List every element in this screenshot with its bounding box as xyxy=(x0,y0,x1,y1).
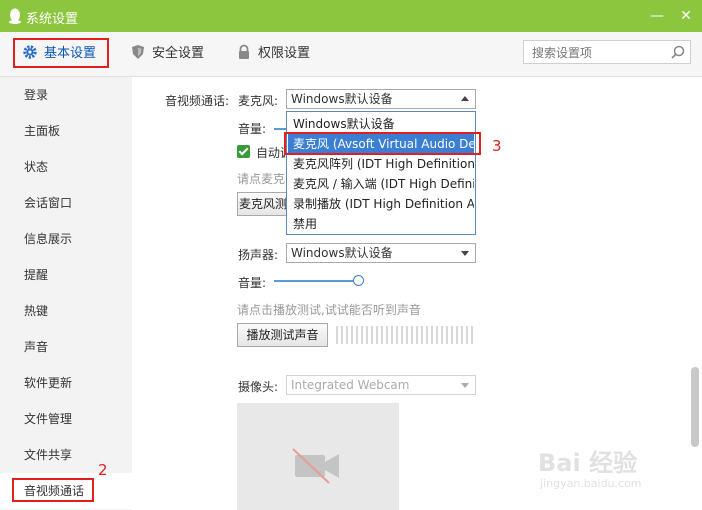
chevron-down-icon[interactable] xyxy=(461,383,469,388)
sidebar-item-file-sharing[interactable]: 文件共享 xyxy=(0,437,132,473)
speaker-volume-label: 音量: xyxy=(238,276,267,290)
lock-icon xyxy=(239,44,249,59)
sidebar-item-info-display[interactable]: 信息展示 xyxy=(0,221,132,257)
mic-dropdown-list: Windows默认设备 麦克风 (Avsoft Virtual Audio De… xyxy=(286,111,476,235)
speaker-volume-fill xyxy=(274,280,359,282)
tab-basic-settings[interactable]: 基本设置 xyxy=(16,42,110,66)
title-bar: 系统设置 — ✕ xyxy=(0,0,702,32)
speaker-level-meter xyxy=(336,326,476,344)
search-icon[interactable] xyxy=(670,44,686,60)
mic-option-disabled[interactable]: 禁用 xyxy=(288,214,474,234)
mic-test-hint: 请点麦克 xyxy=(237,172,286,186)
search-box[interactable] xyxy=(523,40,691,64)
baidu-jingyan-watermark: Bai 经验 jingyan.baidu.com xyxy=(538,443,698,495)
tab-security-settings[interactable]: 安全设置 xyxy=(130,42,204,66)
chevron-down-icon[interactable] xyxy=(461,96,469,101)
mic-selected-value: Windows默认设备 xyxy=(291,92,393,106)
sidebar-item-software-update[interactable]: 软件更新 xyxy=(0,365,132,401)
annotation-number-3: 3 xyxy=(492,137,502,155)
sidebar-item-login[interactable]: 登录 xyxy=(0,77,132,113)
sidebar-item-status[interactable]: 状态 xyxy=(0,149,132,185)
speaker-select[interactable]: Windows默认设备 xyxy=(286,243,476,263)
watermark-url: jingyan.baidu.com xyxy=(540,477,642,490)
minimize-button[interactable]: — xyxy=(647,6,667,26)
camera-label: 摄像头: xyxy=(238,380,279,394)
camera-off-icon xyxy=(292,448,339,484)
settings-toolbar: 基本设置 安全设置 权限设置 xyxy=(0,32,702,77)
camera-selected-value: Integrated Webcam xyxy=(291,378,410,392)
mic-option-input[interactable]: 麦克风 / 输入端 (IDT High Definition xyxy=(288,174,474,194)
shield-icon xyxy=(132,45,144,59)
settings-sidebar: 登录 主面板 状态 会话窗口 信息展示 提醒 热键 声音 软件更新 文件管理 文… xyxy=(0,77,132,510)
annotation-frame-mic-option xyxy=(284,132,481,155)
sidebar-item-chat-window[interactable]: 会话窗口 xyxy=(0,185,132,221)
speaker-test-hint: 请点击播放测试,试试能否听到声音 xyxy=(237,303,421,317)
mic-label: 麦克风: xyxy=(238,94,279,108)
tab-permission-settings[interactable]: 权限设置 xyxy=(236,42,310,66)
sidebar-item-sound[interactable]: 声音 xyxy=(0,329,132,365)
speaker-label: 扬声器: xyxy=(238,248,279,262)
close-button[interactable]: ✕ xyxy=(676,6,696,26)
speaker-volume-slider[interactable] xyxy=(274,275,372,291)
camera-preview xyxy=(237,403,399,510)
search-input[interactable] xyxy=(530,42,674,64)
chevron-down-icon[interactable] xyxy=(461,251,469,256)
mic-volume-label: 音量: xyxy=(238,122,267,136)
tab-security-label: 安全设置 xyxy=(152,46,205,61)
annotation-frame-av-call xyxy=(12,478,94,502)
auto-adjust-checkbox[interactable] xyxy=(237,145,250,158)
scrollbar-thumb[interactable] xyxy=(691,367,699,447)
mic-option-default[interactable]: Windows默认设备 xyxy=(288,114,474,134)
speaker-volume-knob[interactable] xyxy=(353,275,365,286)
qq-penguin-icon xyxy=(9,8,21,24)
sidebar-item-reminders[interactable]: 提醒 xyxy=(0,257,132,293)
speaker-selected-value: Windows默认设备 xyxy=(291,246,393,260)
mic-volume-slider[interactable] xyxy=(274,128,286,130)
tab-permission-label: 权限设置 xyxy=(258,46,311,61)
mic-option-playback[interactable]: 录制播放 (IDT High Definition Audio xyxy=(288,194,474,214)
window-title: 系统设置 xyxy=(26,12,79,27)
annotation-number-2: 2 xyxy=(98,461,108,479)
speaker-test-button[interactable]: 播放测试声音 xyxy=(237,323,328,347)
mic-option-array[interactable]: 麦克风阵列 (IDT High Definition Audi xyxy=(288,154,474,174)
sidebar-item-hotkeys[interactable]: 热键 xyxy=(0,293,132,329)
tab-basic-label: 基本设置 xyxy=(44,46,97,61)
gear-icon xyxy=(23,45,37,59)
mic-test-button[interactable]: 麦克风测 xyxy=(237,192,289,216)
sidebar-item-main-panel[interactable]: 主面板 xyxy=(0,113,132,149)
sidebar-item-file-management[interactable]: 文件管理 xyxy=(0,401,132,437)
av-section-label: 音视频通话: xyxy=(165,94,230,108)
camera-select[interactable]: Integrated Webcam xyxy=(286,375,476,395)
mic-select[interactable]: Windows默认设备 xyxy=(286,89,476,109)
watermark-brand: Bai 经验 xyxy=(538,449,638,477)
